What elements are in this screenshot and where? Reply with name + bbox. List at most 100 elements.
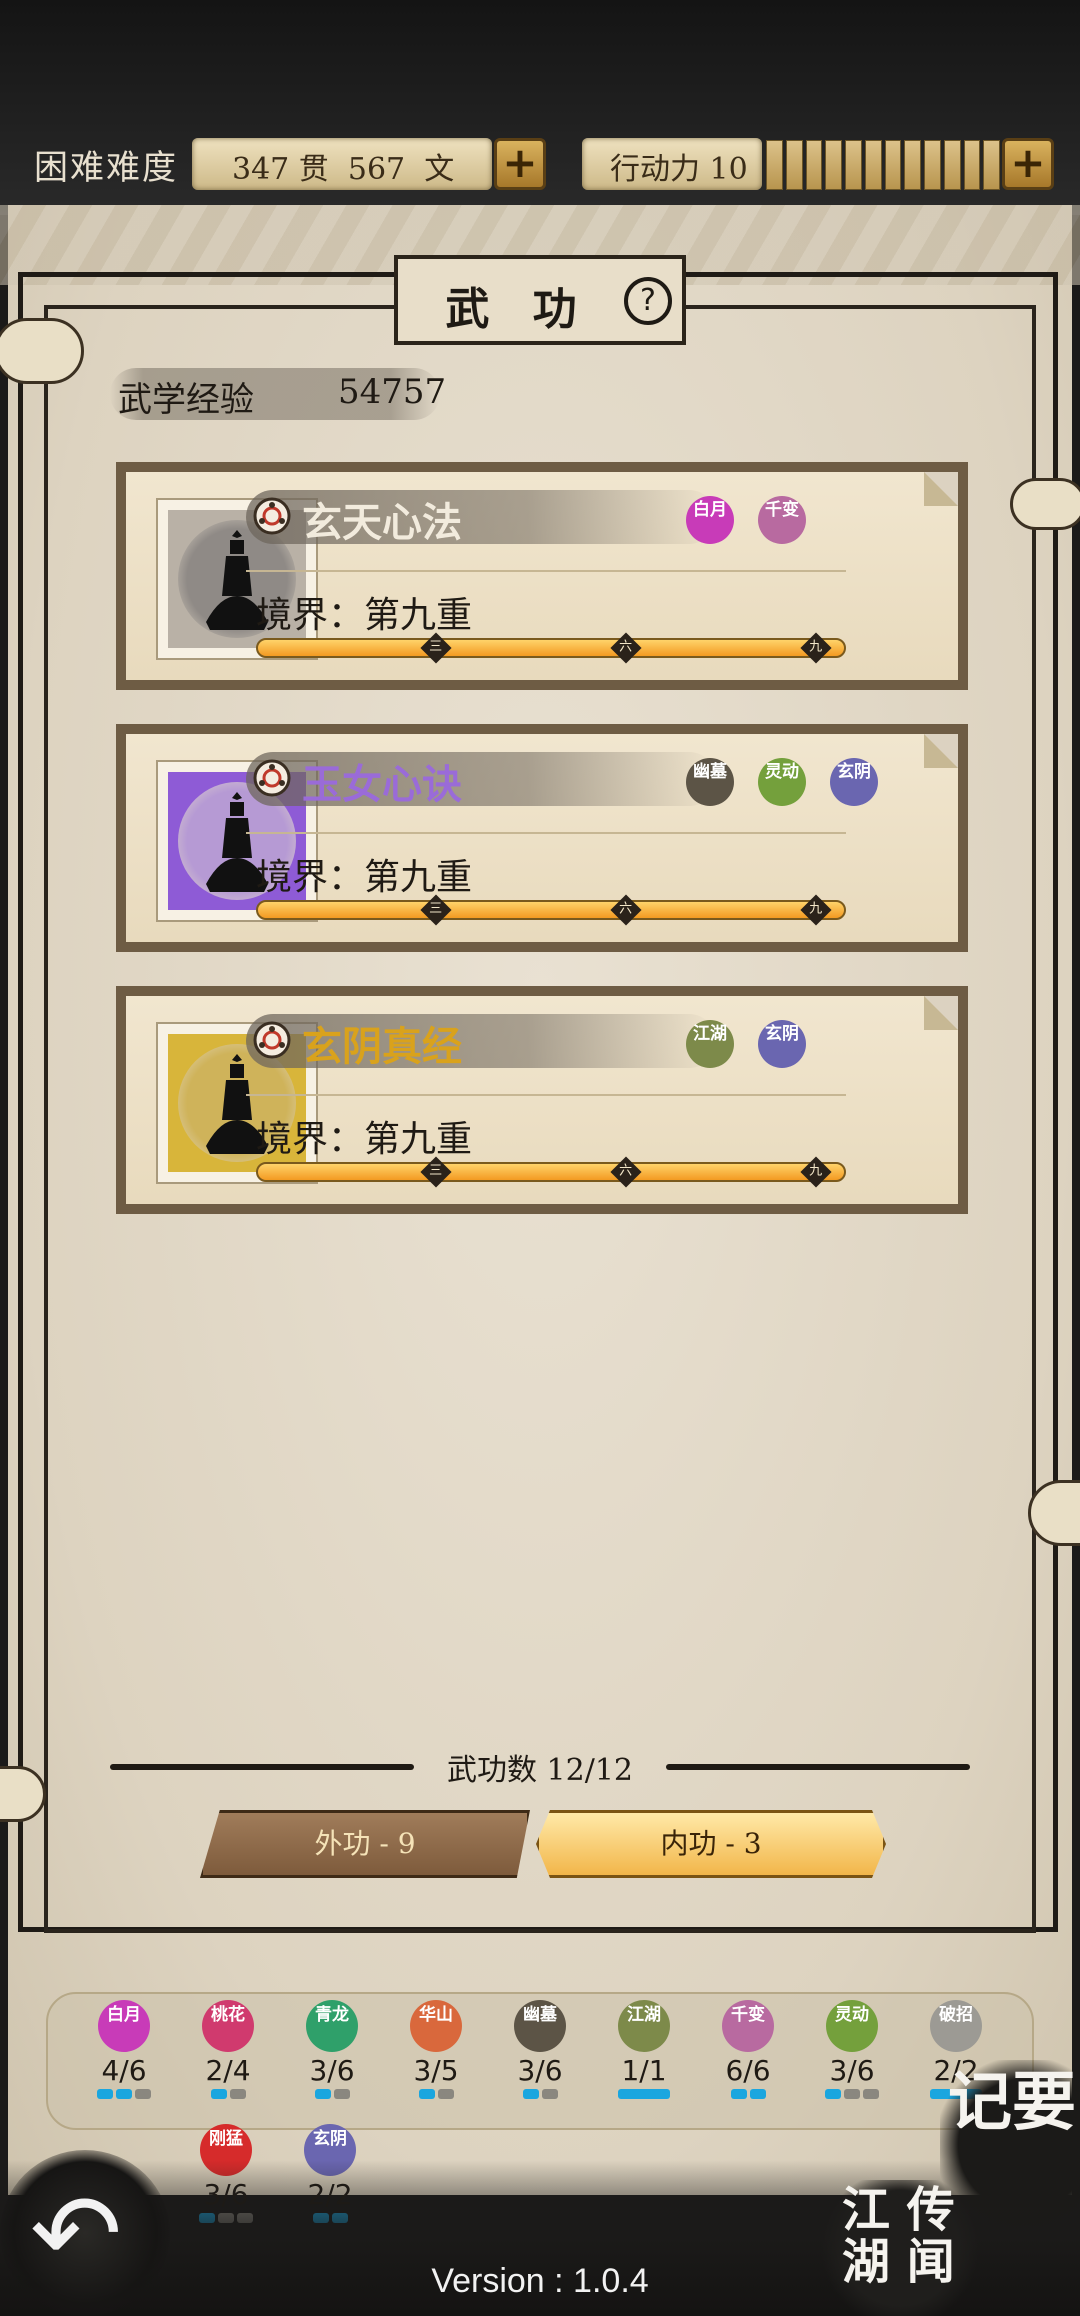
skill-card[interactable]: 玄阴真经 境界：第九重 江湖 玄阴三 六 九 xyxy=(116,986,968,1214)
sect-progress-item[interactable]: 白月 4/6 xyxy=(84,2000,164,2099)
card-divider xyxy=(246,832,846,834)
skill-card-body: 玉女心诀 境界：第九重 幽墓 灵动 玄阴三 六 九 xyxy=(126,734,958,942)
sect-pips xyxy=(604,2089,684,2099)
sect-pips xyxy=(292,2089,372,2099)
page-title-box: 武 功 ? xyxy=(394,255,686,345)
money-text: 347 贯 567 文 xyxy=(232,152,455,187)
sect-progress-item[interactable]: 千变 6/6 xyxy=(708,2000,788,2099)
sect-badge: 玄阴 xyxy=(830,758,878,806)
skill-progress-bar xyxy=(256,900,846,920)
skill-card[interactable]: 玉女心诀 境界：第九重 幽墓 灵动 玄阴三 六 九 xyxy=(116,724,968,952)
sect-count: 1/1 xyxy=(621,2054,667,2087)
sect-badge: 江湖 xyxy=(618,2000,670,2052)
progress-pip xyxy=(229,2089,246,2099)
sect-badge: 玄阴 xyxy=(758,1020,806,1068)
cloud-ornament-icon xyxy=(0,318,84,384)
sect-badge: 千变 xyxy=(722,2000,774,2052)
progress-pip xyxy=(314,2089,331,2099)
progress-marker-label: 六 xyxy=(619,639,633,655)
version-label: Version : 1.0.4 xyxy=(431,2262,649,2300)
add-money-button[interactable]: + xyxy=(494,138,546,190)
progress-pip xyxy=(522,2089,539,2099)
inner-skill-icon xyxy=(253,1021,291,1059)
skill-card-body: 玄阴真经 境界：第九重 江湖 玄阴三 六 九 xyxy=(126,996,958,1204)
sect-pips xyxy=(188,2089,268,2099)
progress-pip xyxy=(541,2089,558,2099)
progress-pip xyxy=(116,2089,132,2099)
sect-count: 2/4 xyxy=(205,2054,251,2087)
difficulty-label: 困难难度 xyxy=(34,148,178,188)
page-title: 武 功 xyxy=(445,284,591,335)
sect-badge: 青龙 xyxy=(306,2000,358,2052)
progress-pip xyxy=(97,2089,113,2099)
progress-pip xyxy=(825,2089,841,2099)
stamina-segment xyxy=(904,140,921,190)
tab-outer-skills[interactable]: 外功 - 9 xyxy=(200,1810,530,1878)
stamina-segment xyxy=(983,140,1000,190)
sect-badge: 桃花 xyxy=(202,2000,254,2052)
sect-badge: 破招 xyxy=(930,2000,982,2052)
experience-label: 武学经验 xyxy=(118,380,254,420)
sect-progress-item[interactable]: 灵动 3/6 xyxy=(812,2000,892,2099)
stamina-segment xyxy=(845,140,862,190)
sect-badge: 千变 xyxy=(758,496,806,544)
sect-progress-item[interactable]: 幽墓 3/6 xyxy=(500,2000,580,2099)
sect-badge: 白月 xyxy=(98,2000,150,2052)
stamina-segment xyxy=(805,140,823,190)
progress-pip xyxy=(418,2089,435,2099)
stamina-display: 行动力 10 xyxy=(582,138,762,190)
sect-pips xyxy=(708,2089,788,2099)
sect-pips xyxy=(500,2089,580,2099)
sect-count: 6/6 xyxy=(725,2054,771,2087)
sect-badge: 白月 xyxy=(686,496,734,544)
sect-badge: 幽墓 xyxy=(514,2000,566,2052)
stamina-segment xyxy=(924,140,941,190)
sect-count: 3/6 xyxy=(309,2054,355,2087)
progress-pip xyxy=(135,2089,151,2099)
sect-progress-item[interactable]: 青龙 3/6 xyxy=(292,2000,372,2099)
experience-value: 54757 xyxy=(338,372,447,412)
sect-pips xyxy=(812,2089,892,2099)
stamina-segment xyxy=(864,140,882,190)
sect-pips xyxy=(84,2089,164,2099)
notes-button-label[interactable]: 记要 xyxy=(948,2070,1078,2136)
stamina-segment xyxy=(884,140,902,190)
stamina-segment xyxy=(963,140,981,190)
skill-realm: 境界：第九重 xyxy=(256,857,473,898)
skill-realm: 境界：第九重 xyxy=(256,595,473,636)
stamina-segment xyxy=(825,140,842,190)
skill-realm: 境界：第九重 xyxy=(256,1119,473,1160)
sect-pips xyxy=(396,2089,476,2099)
skill-progress-bar xyxy=(256,1162,846,1182)
progress-marker-label: 三 xyxy=(429,639,443,655)
tab-inner-skills[interactable]: 内功 - 3 xyxy=(536,1810,886,1878)
stamina-segment xyxy=(766,140,783,190)
skill-card[interactable]: 玄天心法 境界：第九重 白月 千变三 六 九 xyxy=(116,462,968,690)
skill-progress-bar xyxy=(256,638,846,658)
skill-name: 玄阴真经 xyxy=(302,1023,462,1070)
stamina-text: 行动力 10 xyxy=(610,152,748,187)
progress-pip xyxy=(333,2089,350,2099)
progress-pip xyxy=(749,2089,766,2099)
page-fold-icon xyxy=(924,472,958,506)
skill-card-body: 玄天心法 境界：第九重 白月 千变三 六 九 xyxy=(126,472,958,680)
skill-name: 玄天心法 xyxy=(302,499,462,546)
card-divider xyxy=(246,1094,846,1096)
sect-badge: 华山 xyxy=(410,2000,462,2052)
add-stamina-button[interactable]: + xyxy=(1002,138,1054,190)
progress-marker-label: 九 xyxy=(809,1163,823,1179)
help-icon[interactable]: ? xyxy=(624,277,672,325)
sect-count: 3/6 xyxy=(517,2054,563,2087)
sect-progress-item[interactable]: 桃花 2/4 xyxy=(188,2000,268,2099)
sect-progress-item[interactable]: 江湖 1/1 xyxy=(604,2000,684,2099)
card-divider xyxy=(246,570,846,572)
inner-skill-icon xyxy=(253,759,291,797)
sect-count: 3/6 xyxy=(829,2054,875,2087)
divider-left xyxy=(110,1764,414,1770)
sect-badge: 灵动 xyxy=(826,2000,878,2052)
progress-pip xyxy=(863,2089,879,2099)
sect-progress-item[interactable]: 华山 3/5 xyxy=(396,2000,476,2099)
cloud-ornament-icon xyxy=(1010,478,1080,530)
progress-marker-label: 三 xyxy=(429,1163,443,1179)
progress-pip xyxy=(210,2089,227,2099)
